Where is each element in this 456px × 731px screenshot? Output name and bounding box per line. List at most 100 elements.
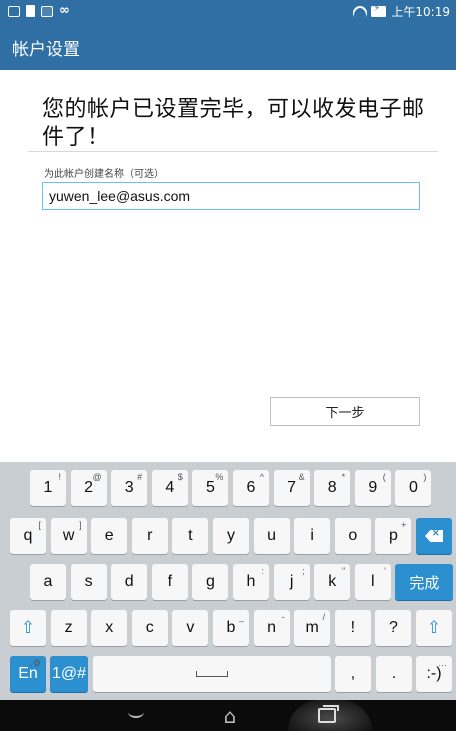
emoticon-key[interactable]: :-)… [416,656,452,692]
key-3[interactable]: 3 # [111,470,148,506]
language-key-hint: ..⚙ [27,658,41,668]
key-1-label: 1 [43,479,53,496]
document-icon [26,5,35,17]
key-c[interactable]: c [131,610,168,646]
key-e[interactable]: e [91,518,128,554]
key-h[interactable]: h: [233,564,269,600]
key-g[interactable]: g [192,564,229,600]
key-e-label: e [104,527,114,544]
key-m-label: m [305,619,319,636]
key-b-label: b [226,619,236,636]
done-key[interactable]: 完成 [395,564,454,600]
key-i[interactable]: i [294,518,331,554]
backspace-key[interactable] [416,518,452,554]
space-icon [196,671,228,677]
page-title: 帐户设置 [12,40,80,60]
key-period[interactable]: . [376,656,412,692]
key-6[interactable]: 6 ^ [233,470,269,506]
key-o[interactable]: o [334,518,371,554]
key-8[interactable]: 8 * [314,470,351,506]
key-j-hint: ; [302,566,305,576]
key-w-label: w [62,527,75,544]
key-2[interactable]: 2 @ [70,470,107,506]
key-d[interactable]: d [111,564,148,600]
key-x[interactable]: x [91,610,128,646]
key-q-label: q [23,527,33,544]
key-c-label: c [145,619,154,636]
key-k[interactable]: k " [314,564,351,600]
account-name-input[interactable] [42,182,420,210]
key-1-hint: ! [58,472,61,482]
key-0-label: 0 [408,479,418,496]
key-m[interactable]: m / [294,610,331,646]
symbols-key-label: 1@# [51,665,87,682]
key-b[interactable]: b _ [213,610,249,646]
home-icon[interactable]: ⌂ [218,705,242,727]
key-comma[interactable]: , [335,656,371,692]
key-b-hint: _ [238,612,244,622]
key-p-hint: + [401,520,407,530]
key-f[interactable]: f [151,564,188,600]
key-1[interactable]: 1! [30,470,66,506]
key-p-label: p [388,527,398,544]
emoticon-key-hint: … [438,658,447,668]
shift-icon: ⇧ [20,618,36,637]
key-n[interactable]: n- [253,610,290,646]
key-z[interactable]: z [50,610,87,646]
next-button[interactable]: 下一步 [270,397,420,426]
key-y-label: y [227,527,235,544]
shift-key-right[interactable]: ⇧ [416,610,452,646]
wifi-icon [352,6,366,18]
account-name-label: 为此帐户创建名称（可选） [44,169,164,180]
key-s[interactable]: s [70,564,107,600]
key-7-label: 7 [287,479,297,496]
key-a-label: a [43,573,53,590]
key-v[interactable]: v [172,610,209,646]
shift-key-left[interactable]: ⇧ [10,610,46,646]
key-i-label: i [310,527,314,544]
symbols-key[interactable]: 1@# [50,656,88,692]
shift-icon: ⇧ [426,618,442,637]
key-l[interactable]: l ' [354,564,391,600]
key-x-label: x [105,619,114,636]
key-9[interactable]: 9( [354,470,391,506]
language-key[interactable]: En ..⚙ [10,656,46,692]
divider [28,151,438,152]
key-n-hint: - [281,612,285,622]
key-period-label: . [391,665,397,682]
key-l-hint: ' [384,566,386,576]
key-question[interactable]: ? [375,610,412,646]
key-5[interactable]: 5% [192,470,229,506]
key-r[interactable]: r [131,518,168,554]
key-q[interactable]: q[ [10,518,46,554]
key-p[interactable]: p + [375,518,412,554]
key-j[interactable]: j; [273,564,310,600]
key-r-label: r [147,527,153,544]
key-8-hint: * [341,472,346,482]
key-f-label: f [167,573,173,590]
key-a[interactable]: a [30,564,66,600]
recent-apps-icon[interactable] [318,705,339,723]
key-6-hint: ^ [259,472,264,482]
key-4[interactable]: 4 $ [151,470,188,506]
key-exclamation[interactable]: ! [334,610,371,646]
back-icon[interactable] [124,708,148,720]
key-7[interactable]: 7 & [273,470,310,506]
key-u[interactable]: u [253,518,290,554]
key-t[interactable]: t [172,518,209,554]
key-w[interactable]: w] [50,518,87,554]
status-bar: ∞ 上午10:19 [0,0,456,26]
key-y[interactable]: y [213,518,249,554]
key-z-label: z [64,619,73,636]
status-time: 上午10:19 [391,5,450,19]
key-0-hint: ) [423,472,427,482]
space-key[interactable] [93,656,331,692]
key-0[interactable]: 0) [395,470,432,506]
key-h-hint: : [261,566,264,576]
key-s-label: s [84,573,93,590]
key-v-label: v [186,619,195,636]
key-w-hint: ] [79,520,82,530]
key-h-label: h [246,573,256,590]
key-u-label: u [267,527,277,544]
app-bar: 帐户设置 [0,26,456,70]
